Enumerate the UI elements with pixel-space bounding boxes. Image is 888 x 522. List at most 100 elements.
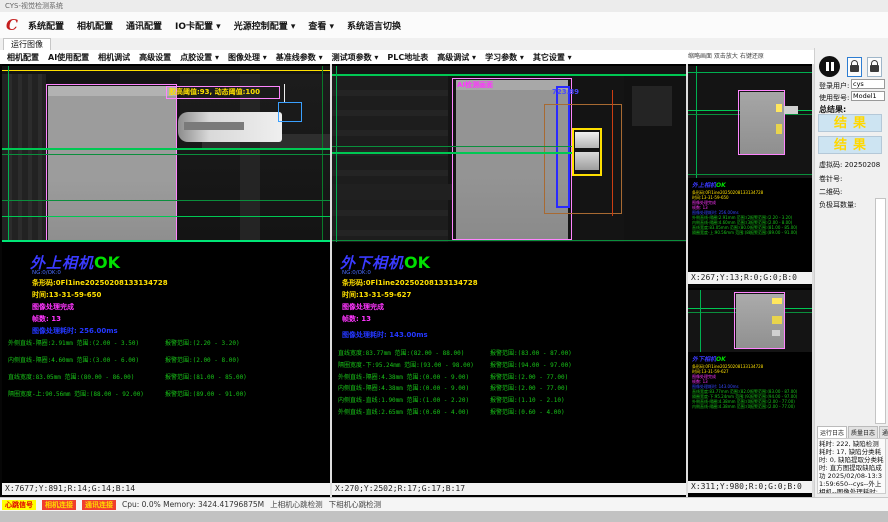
app-window: CYS-视觉检测系统 C 系统配置相机配置通讯配置IO卡配置 ▾光源控制配置 ▾… (0, 0, 888, 522)
app-logo-icon: C (6, 16, 18, 34)
thumbnail-image[interactable] (688, 290, 812, 352)
result-box-1: 结果 (818, 114, 882, 132)
camera-image-outer-upper[interactable]: 胶高阈值:93, 动态阈值:100 (2, 66, 330, 242)
measurement-value: 隔圈宽度-下:95.24mm 范围:(93.00 - 98.00) (338, 360, 492, 369)
measurement-value: 外侧直线-隔圈:2.91mm 范围:(2.00 - 3.50) (8, 338, 162, 347)
model-label: 使用型号: (819, 93, 849, 103)
login-user-label: 登录用户: (819, 81, 849, 91)
pixel-coordinate-bar: X:7677;Y:891;R:14;G:14;B:14 (2, 483, 330, 495)
alarm-range: 报警范围:(2.20 - 3.20) (165, 338, 240, 347)
elapsed-text: 图像处理耗时: 256.00ms (32, 326, 118, 336)
unlock-button[interactable] (867, 57, 882, 77)
camera-status-badge: 相机连接 (42, 500, 76, 510)
alarm-range: 报警范围:(81.00 - 85.00) (165, 372, 247, 381)
comm-status-badge: 通讯连接 (82, 500, 116, 510)
measure-line-horizontal (2, 148, 330, 150)
gripper-arm (784, 106, 798, 114)
highlight-region (772, 330, 780, 336)
threshold-overlay-label: 胶高阈值:93, 动态阈值:100 (166, 86, 280, 99)
alarm-range: 报警范围:(2.00 - 8.00) (165, 355, 240, 364)
toolbar-item-9[interactable]: 高级调试 ▾ (437, 52, 476, 63)
toolbar-item-10[interactable]: 学习参数 ▾ (485, 52, 524, 63)
menu-item-3[interactable]: IO卡配置 ▾ (175, 19, 221, 32)
measurement-value: 内侧直线-隔圈:4.38mm 范围:(0.00 - 9.00) (338, 383, 492, 392)
ai-roi-label: AI检测画面 (457, 80, 493, 90)
toolbar-item-1[interactable]: AI使用配置 (48, 52, 89, 63)
alarm-range: 报警范围:(2.00 - 77.00) (490, 383, 568, 392)
toolbar-item-0[interactable]: 相机配置 (7, 52, 39, 63)
mini-measurement-row: 隔圈宽度-上:90.56mm 范围:(88.00 - 92.00)报警范围:(8… (692, 230, 810, 235)
menu-item-6[interactable]: 系统语言切换 (347, 19, 401, 32)
menu-item-5[interactable]: 查看 ▾ (308, 19, 334, 32)
barcode-text: 条形码:0Fl1ine20250208133134728 (342, 278, 478, 288)
thumbnail-panel-inner-upper[interactable]: 外上相机OK条形码:0Fl1ine20250208133134728时间:13-… (688, 64, 812, 285)
lock-button[interactable] (847, 57, 862, 77)
camera-panel-outer-upper: 胶高阈值:93, 动态阈值:100 外上相机OK NG:0/OK:0 条形码:0… (2, 64, 330, 497)
thumbnail-panel-inner-lower[interactable]: 外下相机OK条形码:0Fl1ine20250208133134728时间:13-… (688, 288, 812, 497)
detection-roi-box (46, 84, 177, 242)
heartbeat-status-badge: 心跳信号 (2, 500, 36, 510)
measurement-value: 外侧直线-直线:2.65mm 范围:(0.60 - 4.00) (338, 407, 492, 416)
thumbnail-result-text: 外下相机OK条形码:0Fl1ine20250208133134728时间:13-… (692, 356, 810, 409)
thumbnail-caption: 缩略画面 双击放大 右键还原 (688, 50, 812, 64)
toolbar-item-11[interactable]: 其它设置 ▾ (533, 52, 572, 63)
measurement-value: 隔圈宽度-上:90.56mm 范围:(88.00 - 92.00) (8, 389, 162, 398)
measure-line-vertical (336, 66, 337, 242)
measurement-row: 直线宽度:83.05mm 范围:(80.00 - 86.00)报警范围:(81.… (2, 372, 330, 382)
alarm-range: 报警范围:(83.00 - 87.00) (490, 348, 572, 357)
mini-camera-title: 外上相机OK (692, 182, 810, 190)
measurement-row: 外侧直线-直线:2.65mm 范围:(0.60 - 4.00)报警范围:(0.6… (332, 407, 686, 417)
measurement-row: 外侧直线-隔圈:4.38mm 范围:(0.00 - 9.00)报警范围:(2.0… (332, 372, 686, 382)
measure-line-vertical (696, 66, 697, 178)
menu-items: 系统配置相机配置通讯配置 IO卡配置 ▾ 光源控制配置 ▾ 查看 ▾ 系统语言切换 (28, 12, 401, 38)
camera-image-outer-lower[interactable]: AI检测画面 723.89 (332, 66, 686, 242)
measurement-row: 内侧直线-隔圈:4.60mm 范围:(3.00 - 6.00)报警范围:(2.0… (2, 355, 330, 365)
result-ok-text: OK (94, 253, 120, 272)
virtual-code-label: 虚拟码: 20250208 (819, 160, 880, 170)
pause-button[interactable] (819, 56, 840, 77)
pause-icon (831, 62, 834, 71)
menu-item-2[interactable]: 通讯配置 (126, 19, 162, 32)
result-list-box[interactable] (875, 198, 886, 424)
measurement-value: 外侧直线-隔圈:4.38mm 范围:(0.00 - 9.00) (338, 372, 492, 381)
camera-panel-outer-lower: AI检测画面 723.89 外下相机OK NG:0/OK:0 条形码:0Fl1i… (332, 64, 686, 497)
menu-item-4[interactable]: 光源控制配置 ▾ (234, 19, 296, 32)
tab-run-image[interactable]: 运行图像 (3, 38, 51, 50)
login-user-input[interactable] (851, 79, 885, 89)
menu-item-0[interactable]: 系统配置 (28, 19, 64, 32)
toolbar-item-2[interactable]: 相机调试 (98, 52, 130, 63)
pixel-coordinate-bar: X:311;Y:980;R:0;G:0;B:0 (688, 481, 812, 493)
toolbar-item-8[interactable]: PLC地址表 (387, 52, 428, 63)
time-text: 时间:13-31-59-627 (342, 290, 411, 300)
highlight-region (772, 298, 782, 304)
calibration-line-yellow (2, 70, 330, 71)
highlight-region (776, 124, 782, 134)
status-bar: 心跳信号 相机连接 通讯连接 Cpu: 0.0% Memory: 3424.41… (0, 497, 888, 511)
measure-line-horizontal (688, 72, 812, 73)
menu-item-1[interactable]: 相机配置 (77, 19, 113, 32)
toolbar-item-4[interactable]: 点胶设置 ▾ (180, 52, 219, 63)
measurement-row: 内侧直线-隔圈:4.38mm 范围:(0.00 - 9.00)报警范围:(2.0… (332, 383, 686, 393)
model-input[interactable] (851, 91, 885, 101)
log-text-area[interactable]: 耗时: 222, 缺陷检测耗时: 17, 缺陷分类耗时: 0, 缺陷提取分类耗时… (817, 438, 886, 494)
thumbnail-image[interactable] (688, 66, 812, 178)
measure-line-vertical (700, 290, 701, 352)
right-sidebar: 登录用户: 使用型号: 总结果: 结果 结果 虚拟码: 20250208 卷针号… (814, 48, 888, 497)
tab-count-label: 负极耳数量: (819, 200, 856, 210)
thumbnail-result-text: 外上相机OK条形码:0Fl1ine20250208133134728时间:13-… (692, 182, 810, 235)
measure-line-horizontal (2, 154, 330, 155)
frame-count-text: 帧数: 13 (342, 314, 371, 324)
toolbar-item-6[interactable]: 基准线参数 ▾ (276, 52, 323, 63)
pixel-coordinate-bar: X:270;Y:2502;R:17;G:17;B:17 (332, 483, 686, 495)
measure-line-horizontal (332, 146, 572, 147)
measure-line-horizontal (332, 152, 572, 154)
highlight-region (772, 316, 782, 324)
machinery-texture (632, 86, 672, 126)
measurement-row: 隔圈宽度-上:90.56mm 范围:(88.00 - 92.00)报警范围:(8… (2, 389, 330, 399)
toolbar-item-3[interactable]: 高级设置 (139, 52, 171, 63)
toolbar-item-7[interactable]: 测试项参数 ▾ (332, 52, 379, 63)
gripper-arm-slot (184, 122, 244, 130)
upper-camera-heartbeat-text: 上相机心跳检测 (270, 499, 323, 510)
measurement-value: 直线宽度:83.77mm 范围:(82.00 - 88.00) (338, 348, 492, 357)
toolbar-item-5[interactable]: 图像处理 ▾ (228, 52, 267, 63)
